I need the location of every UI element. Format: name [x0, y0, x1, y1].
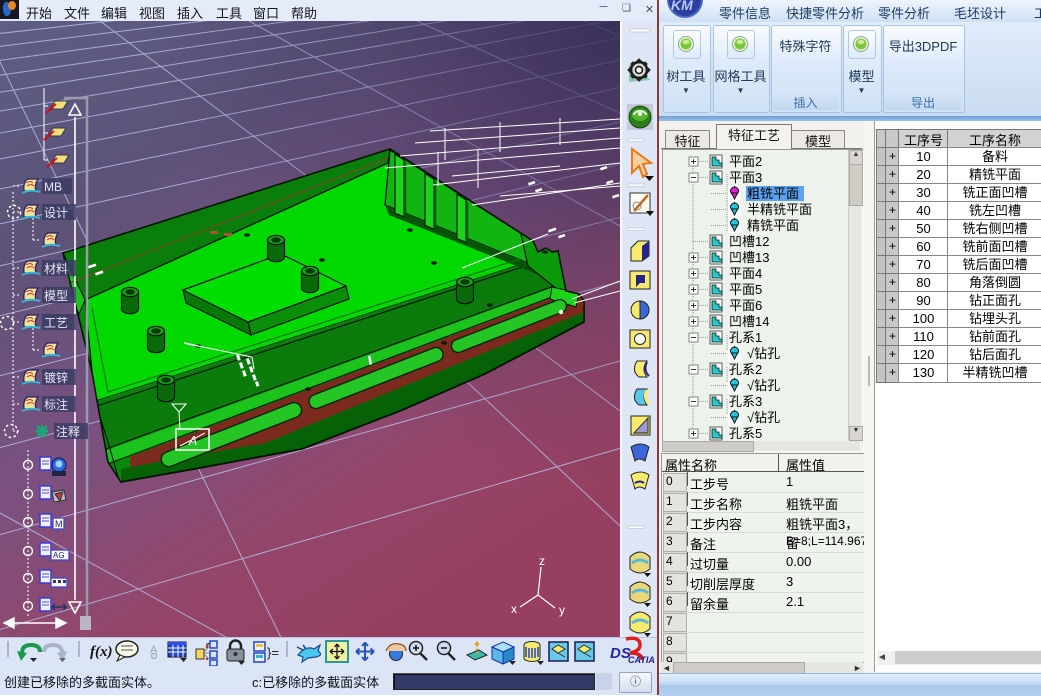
svg-text:MB: MB: [44, 180, 62, 194]
svg-text:y: y: [559, 603, 565, 617]
svg-text:孔系2: 孔系2: [729, 362, 762, 377]
svg-text:平面3: 平面3: [729, 170, 762, 185]
svg-text:z: z: [539, 554, 545, 568]
svg-text:设计: 设计: [44, 206, 68, 220]
svg-text:f(x): f(x): [90, 644, 113, 660]
svg-text:√钻孔: √钻孔: [747, 378, 780, 393]
svg-text:√钻孔: √钻孔: [747, 410, 780, 425]
svg-text:注释: 注释: [56, 424, 80, 439]
svg-text:材料: 材料: [44, 262, 68, 276]
svg-text:凹槽13: 凹槽13: [729, 250, 769, 265]
svg-text:凹槽14: 凹槽14: [729, 314, 769, 329]
svg-text:工艺: 工艺: [44, 316, 68, 330]
svg-text:平面6: 平面6: [729, 298, 762, 313]
svg-text:标注: 标注: [44, 397, 68, 412]
svg-text:}=: }=: [267, 645, 279, 660]
svg-text:平面5: 平面5: [729, 282, 762, 297]
svg-text:粗铣平面: 粗铣平面: [747, 186, 799, 201]
svg-text:孔系5: 孔系5: [729, 426, 762, 441]
svg-text:AG: AG: [53, 551, 65, 560]
svg-text:平面4: 平面4: [729, 266, 762, 281]
svg-text:模型: 模型: [44, 289, 68, 303]
svg-text:√钻孔: √钻孔: [747, 346, 780, 361]
svg-text:A: A: [150, 644, 158, 656]
svg-text:镀锌: 镀锌: [44, 371, 68, 385]
svg-text:孔系1: 孔系1: [729, 330, 762, 345]
svg-text:半精铣平面: 半精铣平面: [747, 202, 812, 217]
svg-text:A: A: [188, 433, 198, 448]
svg-text:CATIA: CATIA: [628, 655, 655, 665]
svg-text:精铣平面: 精铣平面: [747, 218, 799, 233]
svg-text:凹槽12: 凹槽12: [729, 234, 769, 249]
svg-text:M: M: [55, 519, 63, 529]
svg-text:孔系3: 孔系3: [729, 394, 762, 409]
svg-text:x: x: [511, 602, 517, 616]
svg-text:平面2: 平面2: [729, 154, 762, 169]
